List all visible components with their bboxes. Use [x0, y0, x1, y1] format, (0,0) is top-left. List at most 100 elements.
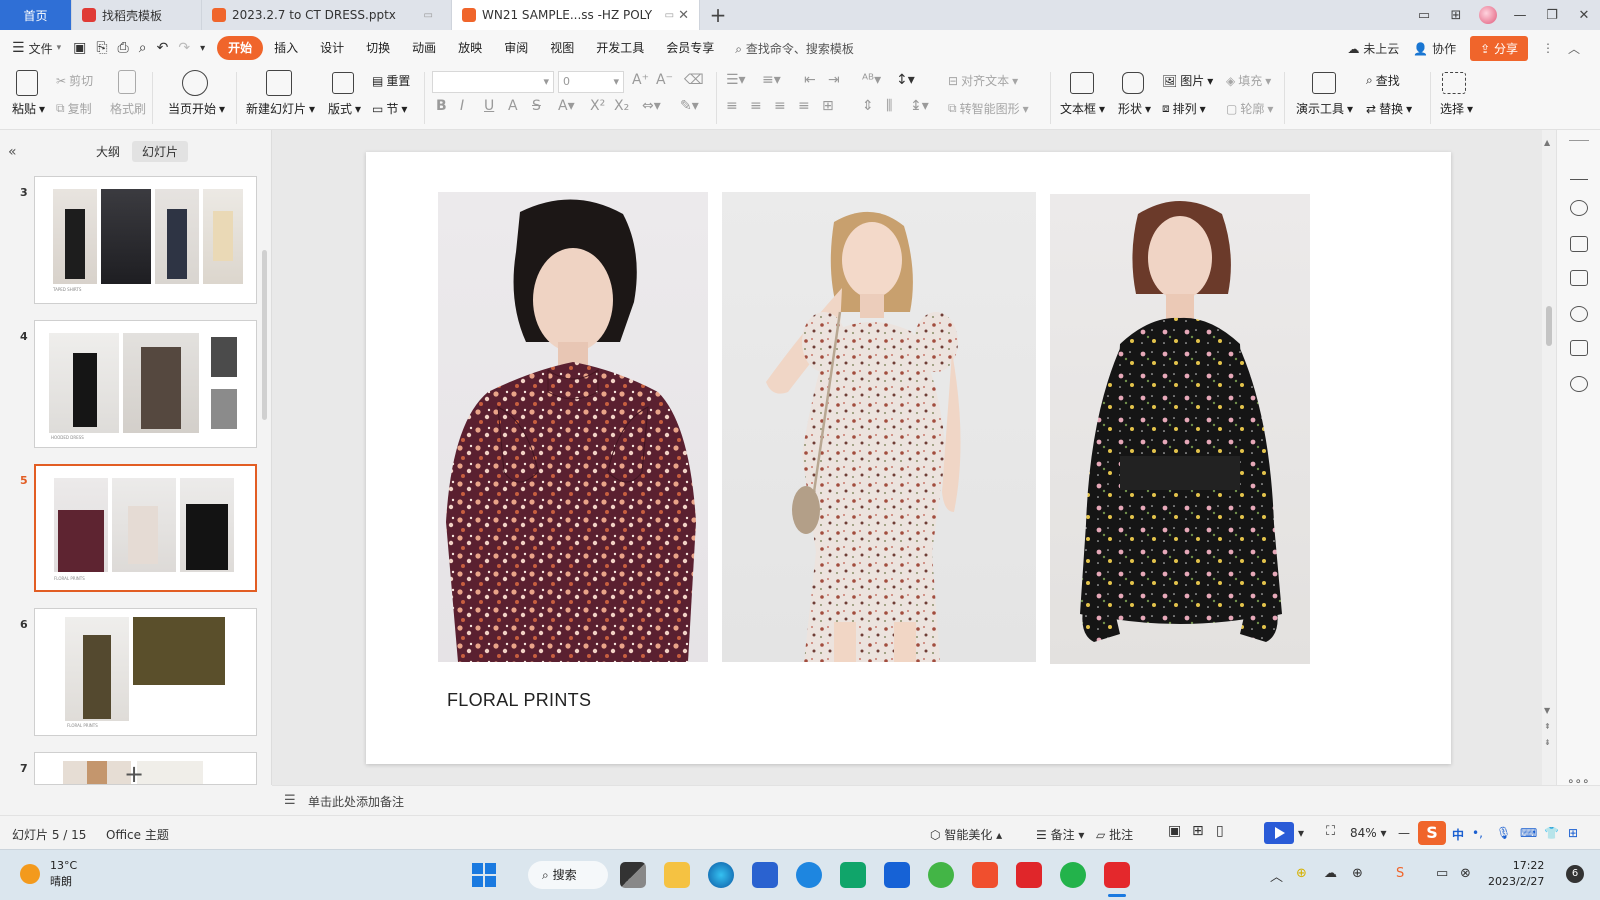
start-button[interactable]	[472, 863, 496, 887]
align-left-icon[interactable]: ≡	[726, 98, 738, 114]
slide-title[interactable]: FLORAL PRINTS	[447, 690, 591, 711]
strikethrough-icon[interactable]: S	[532, 98, 541, 114]
new-tab-button[interactable]: +	[700, 0, 736, 30]
align-text-button[interactable]: ⊟ 对齐文本 ▾	[948, 72, 1018, 89]
decrease-indent-icon[interactable]: ⇤	[804, 72, 816, 88]
justify-icon[interactable]: ≡	[798, 98, 810, 114]
layout-button[interactable]: 版式 ▾	[328, 100, 361, 117]
decrease-font-icon[interactable]: A⁻	[656, 72, 673, 88]
notes-placeholder[interactable]: 单击此处添加备注	[308, 793, 404, 810]
para-spacing-icon[interactable]: ⇕	[862, 98, 874, 114]
notes-bar[interactable]: ☰ 单击此处添加备注	[272, 785, 1600, 815]
play-options-icon[interactable]: ▾	[1298, 826, 1304, 840]
lark-icon[interactable]	[884, 862, 910, 888]
save-icon[interactable]: ▣	[73, 40, 86, 56]
image-edit-icon[interactable]	[1570, 270, 1588, 286]
photo-cream-floral-dress[interactable]	[722, 192, 1036, 662]
increase-indent-icon[interactable]: ⇥	[828, 72, 840, 88]
tab-slides[interactable]: 幻灯片	[132, 141, 189, 162]
ime-tray-icon[interactable]: ⊕	[1352, 866, 1363, 881]
menu-view[interactable]: 视图	[539, 36, 585, 60]
fill-button[interactable]: ◈ 填充 ▾	[1226, 72, 1271, 89]
onedrive-icon[interactable]: ☁	[1324, 866, 1337, 881]
help-icon[interactable]	[1570, 376, 1588, 392]
arrange-button[interactable]: ⧈ 排列 ▾	[1162, 100, 1206, 117]
highlight-icon[interactable]: ✎▾	[680, 98, 699, 114]
punctuation-icon[interactable]: •,	[1472, 826, 1483, 840]
export-pdf-icon[interactable]: ⎘	[96, 40, 107, 56]
tray-app-icon[interactable]: ⊕	[1296, 866, 1307, 881]
cloud-status[interactable]: ☁ 未上云	[1347, 40, 1399, 57]
tab-docer-templates[interactable]: 找稻壳模板	[72, 0, 202, 30]
outline-button[interactable]: ▢ 轮廓 ▾	[1226, 100, 1273, 117]
sun-icon[interactable]	[20, 864, 40, 884]
number-list-icon[interactable]: ≡▾	[762, 72, 781, 88]
paste-button[interactable]: 粘贴 ▾	[12, 100, 45, 117]
distribute-icon[interactable]: ⊞	[822, 98, 834, 114]
user-avatar[interactable]	[1472, 0, 1504, 30]
skin-icon[interactable]: 👕	[1544, 826, 1559, 840]
print-icon[interactable]: ⎙	[118, 40, 129, 56]
reading-view-icon[interactable]: ▯	[1216, 823, 1224, 839]
file-explorer-icon[interactable]	[664, 862, 690, 888]
tray-expand-icon[interactable]: ︿	[1270, 866, 1283, 885]
align-right-icon[interactable]: ≡	[774, 98, 786, 114]
store-icon[interactable]	[752, 862, 778, 888]
picture-button[interactable]: 🖼 图片 ▾	[1162, 72, 1213, 89]
shape-button[interactable]: 形状 ▾	[1118, 100, 1151, 117]
wps-office-icon[interactable]	[1104, 862, 1130, 888]
notification-badge[interactable]: 6	[1566, 865, 1584, 883]
paste-icon[interactable]	[16, 70, 38, 96]
customize-icon[interactable]: ▾	[200, 43, 205, 54]
collapse-panel-icon[interactable]: «	[8, 144, 17, 160]
comments-button[interactable]: ▱ 批注	[1096, 826, 1133, 843]
layout-icon[interactable]: ▭	[1408, 0, 1440, 30]
tab-wn21-sample[interactable]: WN21 SAMPLE...ss -HZ POLY ▭ ✕	[452, 0, 700, 30]
slide-switch-icon[interactable]	[1570, 236, 1588, 252]
new-slide-button[interactable]: 新建幻灯片 ▾	[246, 100, 315, 117]
fit-window-icon[interactable]: ⛶	[1326, 824, 1335, 839]
theme-name[interactable]: Office 主题	[106, 826, 169, 843]
hamburger-icon[interactable]: ☰	[12, 40, 25, 56]
select-button[interactable]: 选择 ▾	[1440, 100, 1473, 117]
copy-button[interactable]: ⧉ 复制	[56, 100, 92, 117]
from-current-button[interactable]: 当页开始 ▾	[168, 100, 225, 117]
line-height-icon[interactable]: ↨▾	[910, 98, 929, 114]
collapse-ribbon-icon[interactable]: ︿	[1568, 40, 1580, 57]
zoom-level[interactable]: 84% ▾	[1350, 826, 1387, 840]
slide-thumbnail-5[interactable]: FLORAL PRINTS	[34, 464, 257, 592]
scroll-down-icon[interactable]: ▼	[1544, 706, 1550, 715]
edge-browser-icon[interactable]	[708, 862, 734, 888]
slide-thumbnail-4[interactable]: HOODED DRESS	[34, 320, 257, 448]
current-slide[interactable]: FLORAL PRINTS	[366, 152, 1451, 764]
underline-icon[interactable]: U	[484, 98, 494, 114]
minimize-button[interactable]: —	[1504, 0, 1536, 30]
wechat-work-icon[interactable]	[840, 862, 866, 888]
scroll-up-icon[interactable]: ▲	[1544, 138, 1550, 147]
monitor-icon[interactable]: ▭	[424, 10, 433, 21]
menu-home[interactable]: 开始	[217, 36, 264, 60]
print-preview-icon[interactable]: ⌕	[139, 40, 147, 56]
align-center-icon[interactable]: ≡	[750, 98, 762, 114]
menu-animation[interactable]: 动画	[401, 36, 447, 60]
volume-muted-icon[interactable]: ⊗	[1460, 866, 1471, 881]
reset-button[interactable]: ▤ 重置	[372, 72, 410, 89]
text-direction-icon[interactable]: ᴬᴮ▾	[862, 72, 881, 88]
normal-view-icon[interactable]: ▣	[1168, 823, 1181, 839]
menu-member[interactable]: 会员专享	[655, 36, 725, 60]
chevron-down-icon[interactable]: ▾	[57, 43, 62, 53]
more-icon[interactable]: ⋮	[1542, 41, 1554, 55]
clear-format-icon[interactable]: ⌫	[684, 72, 704, 88]
line-spacing-icon[interactable]: ↕▾	[896, 72, 915, 88]
bold-icon[interactable]: B	[436, 98, 447, 114]
increase-font-icon[interactable]: A⁺	[632, 72, 649, 88]
tab-outline[interactable]: 大纲	[86, 141, 130, 162]
panel-scrollbar[interactable]	[262, 250, 267, 420]
zoom-out-icon[interactable]: —	[1398, 826, 1410, 840]
slide-thumbnail-3[interactable]: TAPED SHIRTS	[34, 176, 257, 304]
weather-widget[interactable]: 13°C 晴朗	[50, 858, 77, 890]
restore-button[interactable]: ❐	[1536, 0, 1568, 30]
section-button[interactable]: ▭ 节 ▾	[372, 100, 407, 117]
menu-slideshow[interactable]: 放映	[447, 36, 493, 60]
collab-button[interactable]: 👤 协作	[1413, 40, 1456, 57]
